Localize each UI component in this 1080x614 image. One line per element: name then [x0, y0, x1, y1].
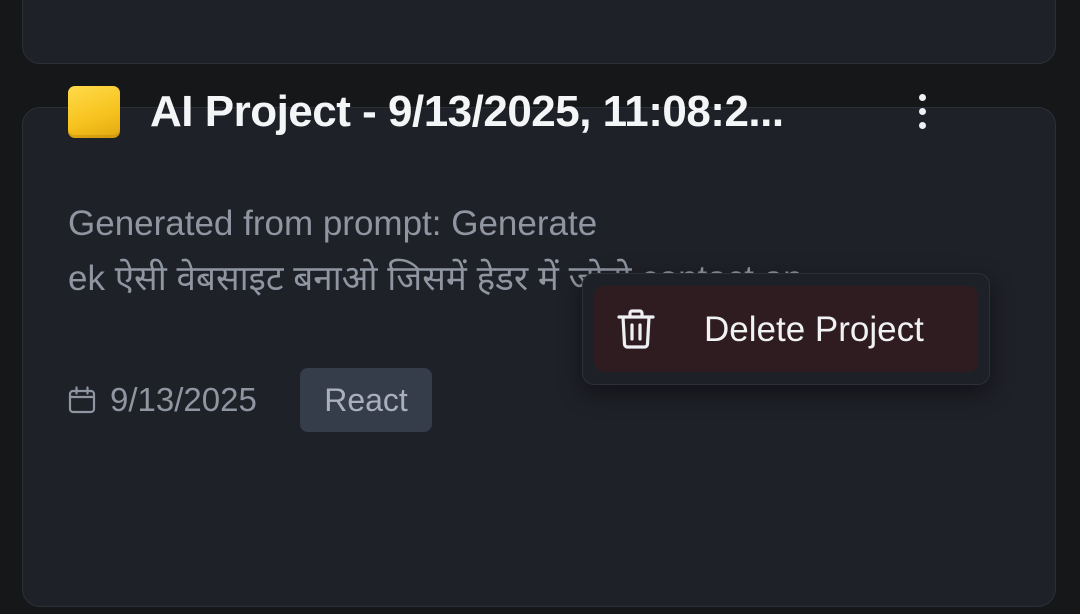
delete-project-label: Delete Project — [704, 310, 924, 349]
yellow-square-icon — [68, 86, 120, 138]
project-meta: 9/13/2025 React — [68, 368, 668, 432]
project-title-row: AI Project - 9/13/2025, 11:08:2... — [68, 84, 968, 140]
description-line-1: Generated from prompt: Generate — [68, 204, 598, 243]
project-title[interactable]: AI Project - 9/13/2025, 11:08:2... — [150, 86, 784, 138]
delete-project-menu-item[interactable]: Delete Project — [594, 286, 978, 372]
kebab-dot — [919, 122, 926, 129]
trash-icon — [617, 309, 655, 349]
kebab-dot — [919, 94, 926, 101]
calendar-icon — [68, 386, 96, 414]
project-date: 9/13/2025 — [110, 381, 257, 418]
kebab-dot — [919, 108, 926, 115]
project-context-menu: Delete Project — [582, 273, 990, 385]
project-card-previous[interactable] — [22, 0, 1056, 64]
kebab-menu-button[interactable] — [904, 92, 940, 132]
framework-tag: React — [300, 368, 432, 432]
